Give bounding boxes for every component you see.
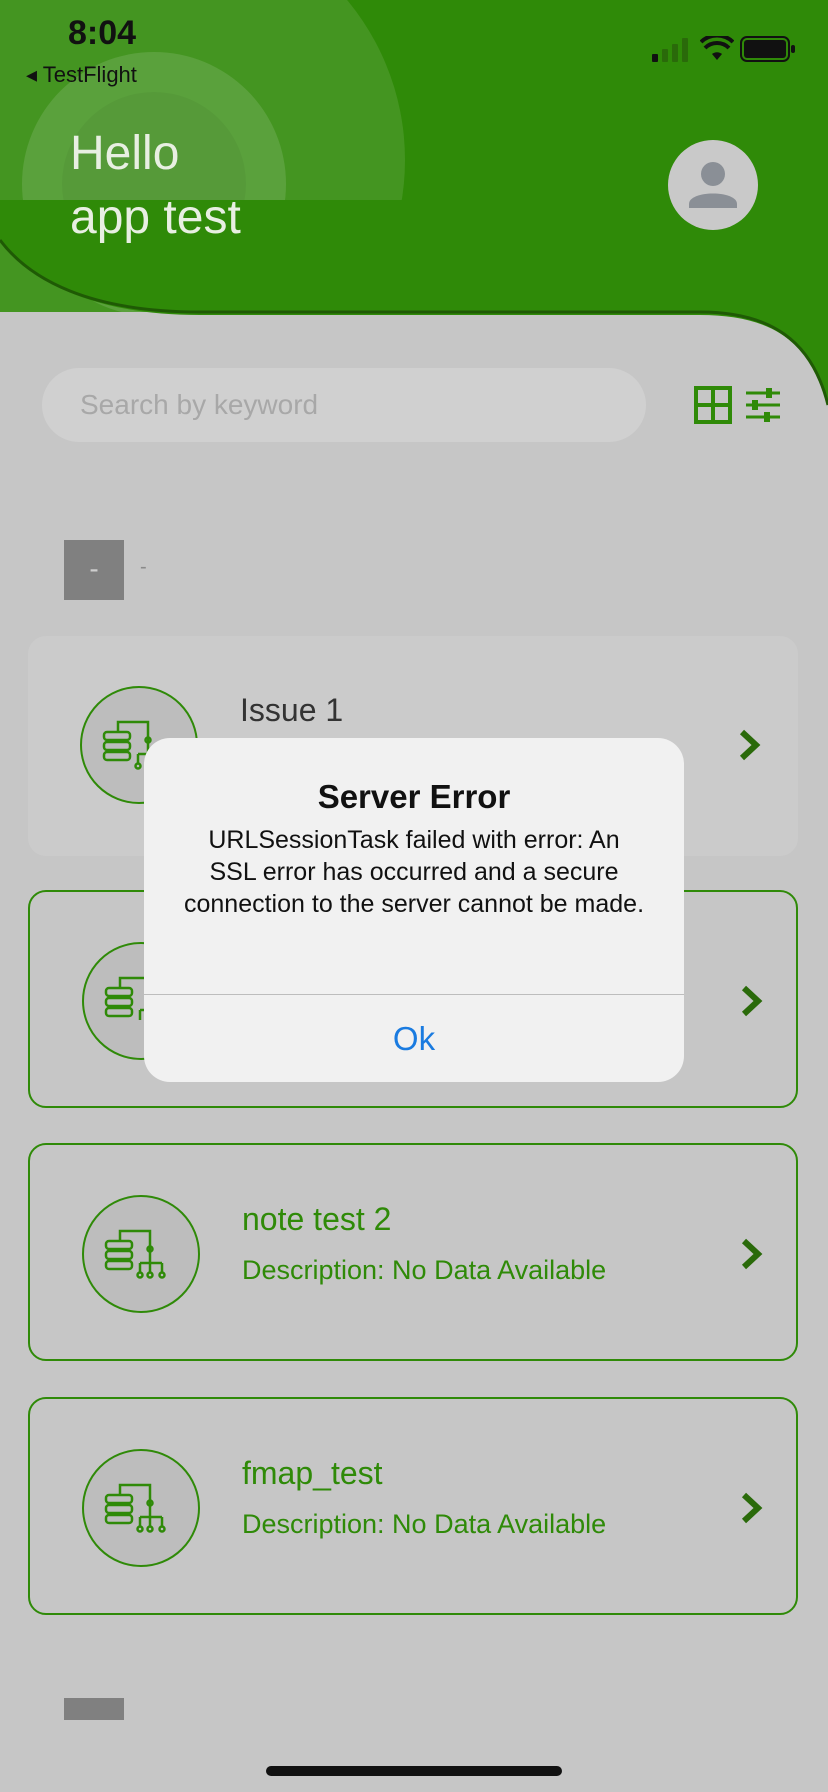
alert-ok-button[interactable]: Ok	[144, 995, 684, 1082]
chevron-right-icon	[736, 728, 764, 767]
card-title: fmap_test	[242, 1455, 383, 1491]
home-indicator[interactable]	[266, 1766, 562, 1776]
chevron-right-icon	[738, 984, 766, 1023]
list-item-card[interactable]: note test 2 Description: No Data Availab…	[28, 1143, 798, 1361]
search-input[interactable]: Search by keyword	[42, 368, 646, 442]
grid-view-icon[interactable]	[694, 386, 732, 429]
wifi-icon	[699, 33, 735, 67]
list-item-card[interactable]: fmap_test Description: No Data Available	[28, 1397, 798, 1615]
alert-message: URLSessionTask failed with error: An SSL…	[184, 826, 645, 918]
status-time: 8:04	[68, 14, 137, 52]
greeting-line: Hello	[70, 127, 180, 180]
filter-sliders-icon[interactable]	[744, 386, 782, 429]
greeting-text: Hello app test	[70, 122, 241, 250]
database-tree-icon	[82, 1195, 200, 1313]
section-badge: -	[64, 540, 124, 600]
user-name: app test	[70, 191, 241, 244]
battery-icon	[740, 36, 796, 67]
section-label: -	[140, 556, 147, 578]
signal-icon	[652, 38, 690, 67]
alert-title: Server Error	[317, 778, 511, 815]
card-title: Issue 1	[240, 692, 344, 728]
person-icon	[689, 162, 737, 208]
card-description: Description: No Data Available	[242, 1255, 607, 1285]
database-tree-icon	[82, 1449, 200, 1567]
next-section-badge	[64, 1698, 124, 1722]
card-description: Description: No Data Available	[242, 1509, 607, 1539]
profile-avatar-button[interactable]	[668, 140, 758, 230]
bottom-safe-area	[0, 1720, 828, 1792]
card-title: note test 2	[242, 1201, 392, 1237]
server-error-alert: Server Error URLSessionTask failed with …	[144, 738, 684, 1082]
back-to-testflight-link[interactable]: ◂ TestFlight	[26, 62, 137, 88]
chevron-right-icon	[738, 1491, 766, 1530]
chevron-right-icon	[738, 1237, 766, 1276]
